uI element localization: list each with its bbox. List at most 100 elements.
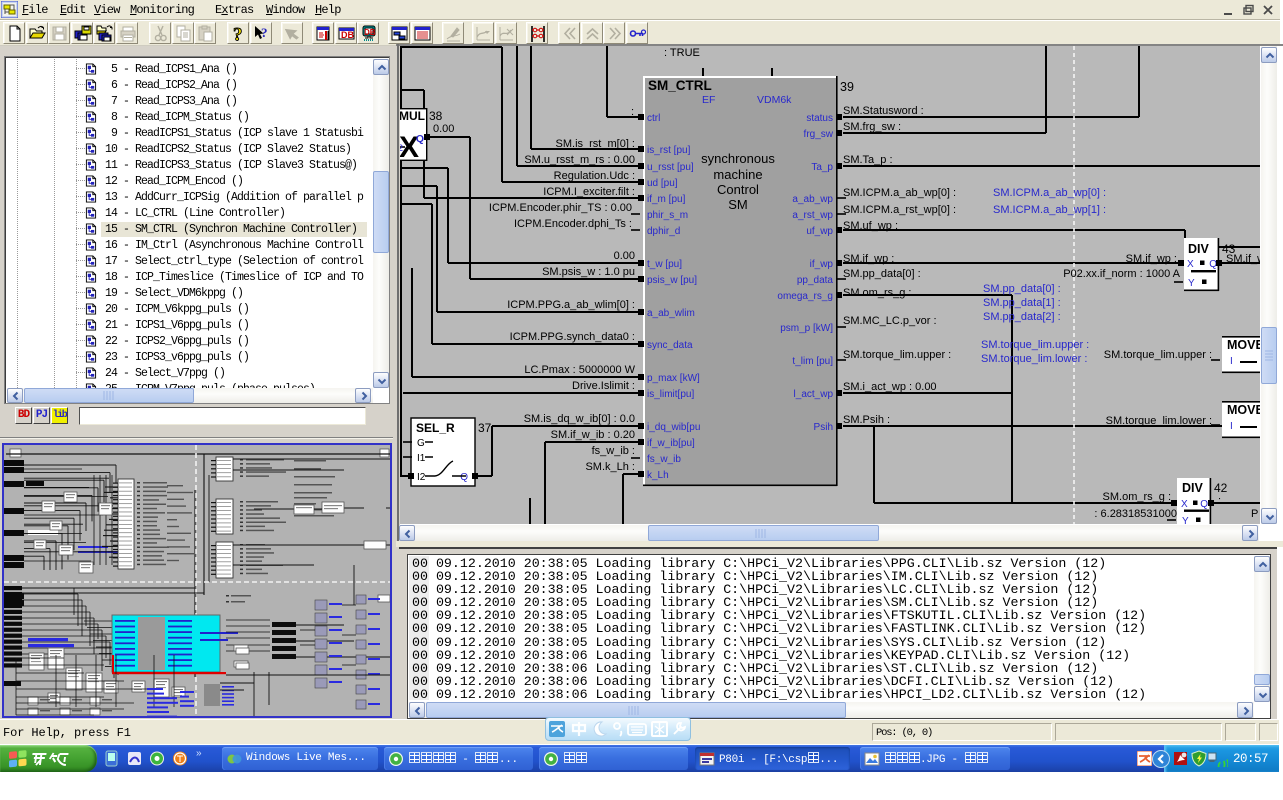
svg-text:SM.k_Lh :: SM.k_Lh : — [585, 461, 635, 473]
svg-text:DIV: DIV — [1188, 242, 1210, 256]
svg-text:SM.Psih :: SM.Psih : — [843, 414, 890, 426]
svg-text:39: 39 — [840, 80, 854, 94]
svg-text:SM.is_dq_w_ib[0] : 0.0: SM.is_dq_w_ib[0] : 0.0 — [524, 413, 635, 425]
svg-text:sync_data: sync_data — [647, 340, 693, 351]
svg-text:frg_sw: frg_sw — [804, 129, 834, 140]
svg-text:SM.ICPM.a_ab_wp[0] :: SM.ICPM.a_ab_wp[0] : — [843, 187, 956, 199]
svg-text:Y: Y — [1182, 516, 1189, 524]
svg-text:ctrl: ctrl — [647, 113, 660, 124]
svg-text:ud [pu]: ud [pu] — [647, 178, 678, 189]
svg-text:if_w_ib[pu]: if_w_ib[pu] — [647, 438, 695, 449]
svg-text:fs_w_ib :: fs_w_ib : — [592, 445, 635, 457]
svg-text:MUL: MUL — [400, 109, 425, 123]
svg-text:SM.MC_LC.p_vor :: SM.MC_LC.p_vor : — [843, 315, 937, 327]
svg-text:MOVE: MOVE — [1227, 338, 1260, 352]
svg-text:I2: I2 — [417, 472, 426, 483]
svg-text:: 6.28318531000: : 6.28318531000 — [1094, 508, 1177, 520]
svg-text:SM.torque_lim.lower :: SM.torque_lim.lower : — [1106, 415, 1212, 427]
svg-text:SM.ICPM.a_rst_wp[0] :: SM.ICPM.a_rst_wp[0] : — [843, 204, 956, 216]
svg-text:ICPM.I_exciter.filt :: ICPM.I_exciter.filt : — [543, 186, 635, 198]
svg-text:is_limit[pu]: is_limit[pu] — [647, 389, 694, 400]
svg-text:pp_data: pp_data — [797, 275, 834, 286]
svg-text:uf_wp: uf_wp — [806, 226, 833, 237]
svg-text:?: ? — [233, 25, 243, 43]
svg-text:SM.pp_data[0] :: SM.pp_data[0] : — [983, 283, 1061, 295]
svg-text:SM.torque_lim.upper :: SM.torque_lim.upper : — [843, 349, 951, 361]
svg-text:Q: Q — [1200, 499, 1208, 510]
svg-text:omega_rs_g: omega_rs_g — [777, 291, 833, 302]
svg-text:?: ? — [261, 25, 268, 40]
svg-text:I1: I1 — [417, 453, 426, 464]
svg-text:SM.Statusword :: SM.Statusword : — [843, 105, 924, 117]
svg-text:SM.if_wp :: SM.if_wp : — [1126, 253, 1177, 265]
svg-text:SM.pp_data[2] :: SM.pp_data[2] : — [983, 311, 1061, 323]
svg-text:SM.if_w_ib : 0.20: SM.if_w_ib : 0.20 — [551, 429, 635, 441]
svg-text:psm_p [kW]: psm_p [kW] — [780, 323, 833, 334]
svg-text:38: 38 — [429, 109, 443, 123]
svg-text:I: I — [1230, 421, 1233, 432]
svg-text:SM.pp_data[0] :: SM.pp_data[0] : — [843, 268, 921, 280]
svg-text:Control: Control — [717, 182, 759, 197]
svg-text:machine: machine — [713, 167, 762, 182]
svg-text:43: 43 — [1222, 242, 1236, 256]
svg-text:42: 42 — [1214, 481, 1228, 495]
svg-text:ICPM.PPG.synch_data0 :: ICPM.PPG.synch_data0 : — [510, 331, 635, 343]
svg-text:SM_CTRL: SM_CTRL — [648, 78, 712, 93]
svg-text:2: 2 — [400, 143, 403, 153]
svg-text:MOVE: MOVE — [1227, 403, 1260, 417]
svg-text::: : — [631, 106, 634, 118]
svg-text:SM.u_rsst_m_rs : 0.00: SM.u_rsst_m_rs : 0.00 — [524, 154, 635, 166]
svg-text:SM.i_act_wp : 0.00: SM.i_act_wp : 0.00 — [843, 381, 937, 393]
svg-text:EF: EF — [702, 94, 715, 106]
svg-text:G: G — [417, 438, 425, 449]
svg-text:I: I — [1230, 356, 1233, 367]
svg-text:ICPM.PPG.a_ab_wlim[0] :: ICPM.PPG.a_ab_wlim[0] : — [507, 299, 635, 311]
svg-text:a_ab_wlim: a_ab_wlim — [647, 308, 695, 319]
svg-text:ICPM.Encoder.phir_TS : 0.00: ICPM.Encoder.phir_TS : 0.00 — [489, 202, 632, 214]
svg-text:0.00: 0.00 — [614, 250, 635, 262]
svg-text:SM.is_rst_m[0] :: SM.is_rst_m[0] : — [556, 138, 635, 150]
svg-text:P: P — [1251, 508, 1258, 520]
svg-text:: TRUE: : TRUE — [664, 47, 700, 59]
svg-text:a_rst_wp: a_rst_wp — [792, 210, 833, 221]
svg-text:Ta_p: Ta_p — [811, 162, 833, 173]
svg-text:a_ab_wp: a_ab_wp — [792, 194, 833, 205]
svg-text:VDM6k: VDM6k — [757, 94, 792, 106]
svg-text:SEL_R: SEL_R — [416, 421, 455, 435]
svg-text:Q: Q — [416, 133, 424, 145]
svg-text:dphir_d: dphir_d — [647, 226, 680, 237]
svg-text:t_lim [pu]: t_lim [pu] — [792, 356, 833, 367]
svg-text:is_rst [pu]: is_rst [pu] — [647, 145, 691, 156]
svg-text:fs_w_ib: fs_w_ib — [647, 454, 681, 465]
svg-text:k_Lh: k_Lh — [647, 470, 669, 481]
svg-text:Regulation.Udc :: Regulation.Udc : — [554, 170, 635, 182]
svg-text:t_w [pu]: t_w [pu] — [647, 259, 682, 270]
svg-text:X: X — [1187, 259, 1194, 270]
svg-text:DB: DB — [341, 30, 354, 40]
svg-text:if_m [pu]: if_m [pu] — [647, 194, 686, 205]
svg-text:SM.torque_lim.lower :: SM.torque_lim.lower : — [981, 353, 1087, 365]
svg-text:SM.torque_lim.upper :: SM.torque_lim.upper : — [1104, 349, 1212, 361]
svg-text:LC.Pmax : 5000000 W: LC.Pmax : 5000000 W — [524, 364, 635, 376]
svg-text:l_act_wp: l_act_wp — [794, 389, 834, 400]
svg-text:SM.Ta_p :: SM.Ta_p : — [843, 154, 893, 166]
svg-text:DIV: DIV — [1182, 481, 1204, 495]
svg-text:P02.xx.if_norm : 1000 A: P02.xx.if_norm : 1000 A — [1063, 268, 1180, 280]
svg-text:u_rsst [pu]: u_rsst [pu] — [647, 162, 694, 173]
svg-text:Drive.Islimit :: Drive.Islimit : — [572, 380, 635, 392]
svg-text:SM.ICPM.a_ab_wp[1] :: SM.ICPM.a_ab_wp[1] : — [993, 204, 1106, 216]
svg-text:DB: DB — [364, 28, 376, 37]
svg-text:if_wp: if_wp — [810, 259, 834, 270]
svg-text:SM.psis_w : 1.0 pu: SM.psis_w : 1.0 pu — [542, 266, 635, 278]
svg-text:i_dq_wib[pu: i_dq_wib[pu — [647, 422, 700, 433]
svg-text:SM.frg_sw :: SM.frg_sw : — [843, 121, 901, 133]
svg-text:psis_w [pu]: psis_w [pu] — [647, 275, 697, 286]
svg-text:SM.if_wp :: SM.if_wp : — [843, 253, 894, 265]
svg-text:SM.pp_data[1] :: SM.pp_data[1] : — [983, 297, 1061, 309]
svg-text:p_max [kW]: p_max [kW] — [647, 373, 700, 384]
svg-text:X: X — [1181, 499, 1188, 510]
svg-text:37: 37 — [478, 421, 492, 435]
svg-text:Q: Q — [460, 472, 468, 483]
svg-text:SM.torque_lim.upper :: SM.torque_lim.upper : — [981, 339, 1089, 351]
svg-text:SM.ICPM.a_ab_wp[0] :: SM.ICPM.a_ab_wp[0] : — [993, 187, 1106, 199]
